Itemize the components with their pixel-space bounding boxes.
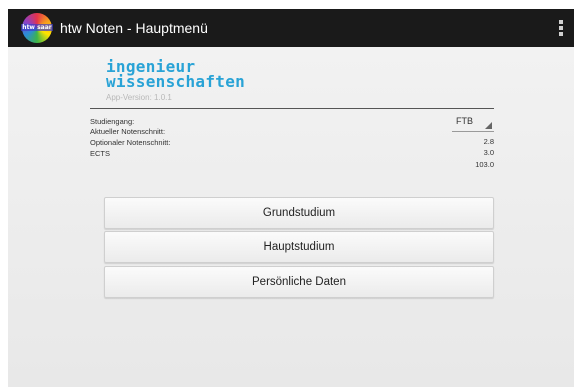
ects-value: 103.0 [475,160,494,169]
faculty-logo-line2: wissenschaften [106,72,246,91]
optionaler-notenschnitt-value: 3.0 [483,148,494,157]
main-content: ingenieur wissenschaften App-Version: 1.… [8,47,574,387]
faculty-logo: ingenieur wissenschaften [106,59,246,91]
app-icon-text: htw saar [21,24,53,31]
app-window: htw saar htw Noten - Hauptmenü ingenieur… [8,9,574,387]
studiengang-value: FTB [456,116,473,126]
spinner-arrow-icon [485,122,492,129]
studiengang-spinner[interactable]: FTB [452,114,494,132]
aktueller-notenschnitt-label: Aktueller Notenschnitt: [90,127,166,136]
overflow-dot [559,20,563,24]
overflow-menu-icon[interactable] [559,20,563,36]
app-title: htw Noten - Hauptmenü [60,20,208,36]
overflow-dot [559,26,563,30]
app-version: App-Version: 1.0.1 [106,93,172,102]
optionaler-notenschnitt-label: Optionaler Notenschnitt: [90,138,171,147]
overflow-dot [559,32,563,36]
persoenliche-daten-button[interactable]: Persönliche Daten [104,266,494,298]
grundstudium-button[interactable]: Grundstudium [104,197,494,229]
aktueller-notenschnitt-value: 2.8 [483,137,494,146]
ects-label: ECTS [90,149,111,158]
divider [90,108,494,109]
hauptstudium-button[interactable]: Hauptstudium [104,231,494,263]
studiengang-label: Studiengang: [90,117,135,126]
app-icon[interactable]: htw saar [21,13,53,43]
action-bar: htw saar htw Noten - Hauptmenü [8,9,574,47]
